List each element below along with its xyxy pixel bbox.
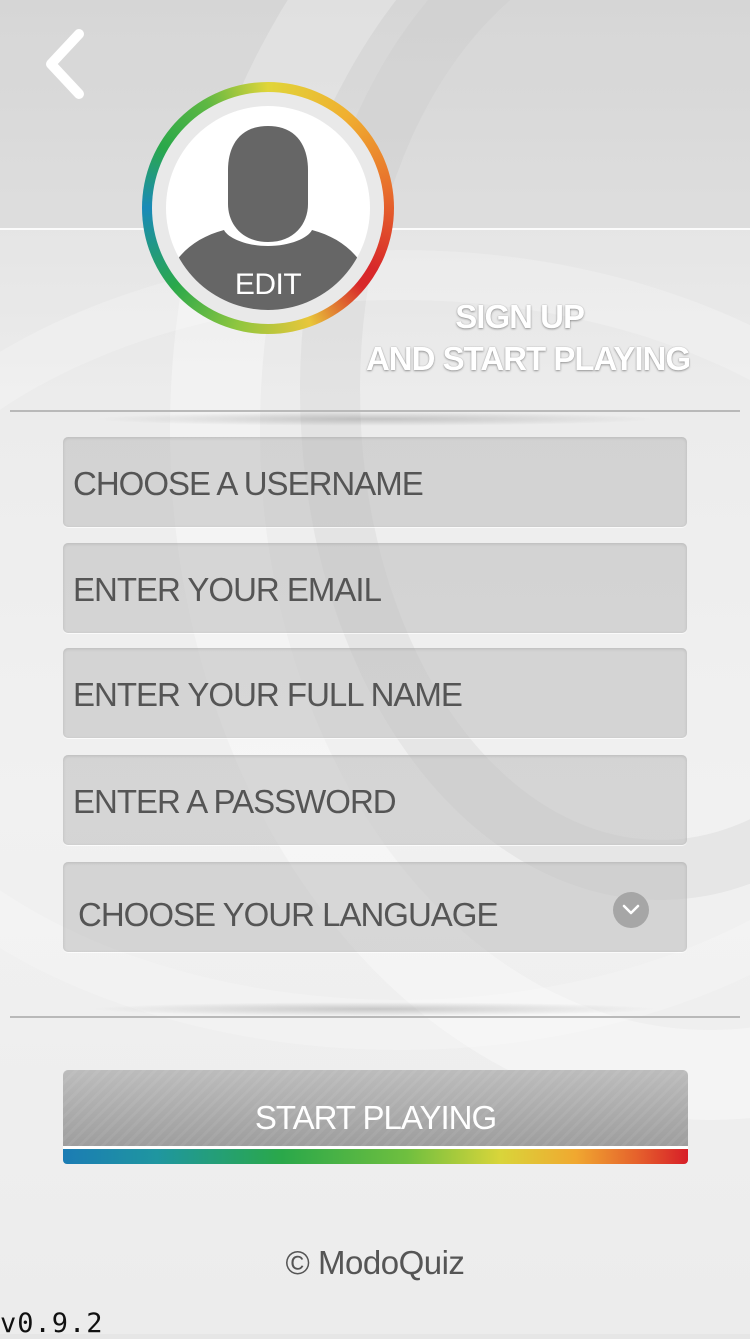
fullname-placeholder: ENTER YOUR FULL NAME: [73, 676, 463, 713]
rainbow-accent-bar: [63, 1149, 688, 1164]
username-field[interactable]: CHOOSE A USERNAME: [63, 437, 687, 527]
divider-bottom: [10, 1002, 740, 1018]
version-label: v0.9.2: [0, 1308, 104, 1339]
back-button[interactable]: [34, 24, 94, 104]
password-field[interactable]: ENTER A PASSWORD: [63, 755, 687, 845]
divider-top: [10, 410, 740, 426]
language-placeholder: CHOOSE YOUR LANGUAGE: [78, 896, 498, 933]
start-playing-button[interactable]: START PLAYING: [63, 1070, 688, 1146]
chevron-left-icon: [46, 29, 84, 99]
password-placeholder: ENTER A PASSWORD: [73, 783, 397, 820]
username-placeholder: CHOOSE A USERNAME: [73, 465, 424, 502]
language-select[interactable]: CHOOSE YOUR LANGUAGE: [63, 862, 687, 952]
heading-line-2: AND START PLAYING: [365, 340, 691, 377]
heading-line-1: SIGN UP: [455, 298, 585, 335]
email-placeholder: ENTER YOUR EMAIL: [73, 571, 382, 608]
email-field[interactable]: ENTER YOUR EMAIL: [63, 543, 687, 633]
fullname-field[interactable]: ENTER YOUR FULL NAME: [63, 648, 687, 738]
start-playing-label: START PLAYING: [254, 1099, 497, 1136]
copyright-text: © ModoQuiz: [285, 1244, 465, 1281]
signup-heading: SIGN UP AND START PLAYING: [300, 296, 691, 380]
chevron-down-icon[interactable]: [613, 892, 649, 928]
